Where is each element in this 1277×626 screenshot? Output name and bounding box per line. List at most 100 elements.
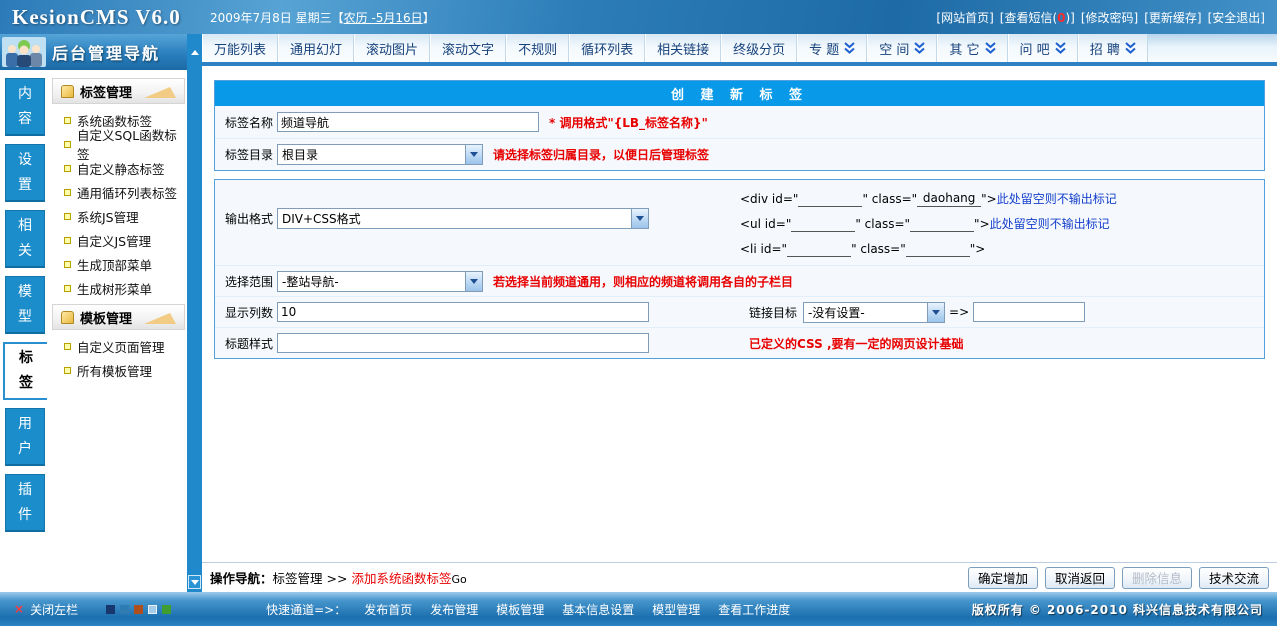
ul-class-input[interactable] xyxy=(910,216,974,232)
tab-scroll-image[interactable]: 滚动图片 xyxy=(354,34,430,62)
sidebar-tab-plugins[interactable]: 插件 xyxy=(5,474,45,532)
select-arrow-icon xyxy=(631,209,648,228)
tab-slideshow[interactable]: 通用幻灯 xyxy=(278,34,354,62)
li-id-input[interactable] xyxy=(787,241,851,257)
tech-exchange-button[interactable]: 技术交流 xyxy=(1199,567,1269,589)
avatar xyxy=(2,37,46,67)
columns-row: 显示列数 链接目标 -没有设置- => xyxy=(215,296,1264,327)
menu-group-tag-management[interactable]: 标签管理 xyxy=(52,78,185,104)
menu-item-custom-js[interactable]: 自定义JS管理 xyxy=(50,228,187,252)
tab-other[interactable]: 其 它 xyxy=(937,34,1007,62)
menu-item-loop-list-tags[interactable]: 通用循环列表标签 xyxy=(50,180,187,204)
theme-swatch[interactable] xyxy=(134,605,143,614)
link-target-extra-input[interactable] xyxy=(973,302,1085,322)
tab-recruit[interactable]: 招 聘 xyxy=(1078,34,1148,62)
ul-id-input[interactable] xyxy=(791,216,855,232)
delete-info-button: 删除信息 xyxy=(1122,567,1192,589)
quick-link-publish-manage[interactable]: 发布管理 xyxy=(430,601,478,618)
gold-arrow-icon xyxy=(144,87,176,98)
home-link[interactable]: [网站首页] xyxy=(936,9,993,26)
thumb-icon xyxy=(61,85,74,98)
menu-item-custom-sql-tags[interactable]: 自定义SQL函数标签 xyxy=(50,132,187,156)
bullet-icon xyxy=(64,141,71,148)
menu-item-tree-menu[interactable]: 生成树形菜单 xyxy=(50,276,187,300)
title-style-label: 标题样式 xyxy=(225,335,277,352)
tab-universal-list[interactable]: 万能列表 xyxy=(202,34,278,62)
tab-special-topic[interactable]: 专 题 xyxy=(797,34,867,62)
tab-final-paging[interactable]: 终级分页 xyxy=(721,34,797,62)
go-link[interactable]: Go xyxy=(451,573,466,586)
sidebar-tab-model[interactable]: 模型 xyxy=(5,276,45,334)
tab-scroll-text[interactable]: 滚动文字 xyxy=(430,34,506,62)
menu-item-top-menu[interactable]: 生成顶部菜单 xyxy=(50,252,187,276)
scope-select[interactable]: -整站导航- xyxy=(277,271,483,292)
tag-name-input[interactable] xyxy=(277,112,539,132)
theme-swatch[interactable] xyxy=(162,605,171,614)
sidebar-tab-related[interactable]: 相关 xyxy=(5,210,45,268)
gold-arrow-icon xyxy=(144,313,176,324)
quick-link-template-manage[interactable]: 模板管理 xyxy=(496,601,544,618)
quick-link-model-manage[interactable]: 模型管理 xyxy=(652,601,700,618)
sidebar-tab-content[interactable]: 内容 xyxy=(5,78,45,136)
li-class-input[interactable] xyxy=(906,241,970,257)
confirm-add-button[interactable]: 确定增加 xyxy=(968,567,1038,589)
tab-ask[interactable]: 问 吧 xyxy=(1008,34,1078,62)
quick-link-work-progress[interactable]: 查看工作进度 xyxy=(718,601,790,618)
tag-options-box: 输出格式 DIV+CSS格式 <div id="" class="">此处留空则… xyxy=(214,179,1265,359)
ul-code-line: <ul id="" class="">此处留空则不输出标记 xyxy=(740,211,1264,236)
messages-link[interactable]: [查看短信(0)] xyxy=(1000,9,1075,26)
div-id-input[interactable] xyxy=(798,191,862,207)
arrow-down-icon xyxy=(191,580,199,585)
tab-space[interactable]: 空 间 xyxy=(867,34,937,62)
quick-channel-links: 快速通道=>： 发布首页 发布管理 模板管理 基本信息设置 模型管理 查看工作进… xyxy=(266,601,790,618)
theme-swatch[interactable] xyxy=(106,605,115,614)
ul-empty-note[interactable]: 此处留空则不输出标记 xyxy=(990,215,1110,232)
menu-item-all-templates[interactable]: 所有模板管理 xyxy=(50,358,187,382)
quick-link-basic-info[interactable]: 基本信息设置 xyxy=(562,601,634,618)
tag-dir-row: 标签目录 根目录 请选择标签归属目录，以便日后管理标签 xyxy=(215,138,1264,170)
change-password-link[interactable]: [修改密码] xyxy=(1081,9,1138,26)
tab-irregular[interactable]: 不规则 xyxy=(506,34,569,62)
quick-link-publish-home[interactable]: 发布首页 xyxy=(364,601,412,618)
scope-label: 选择范围 xyxy=(225,273,277,290)
theme-swatch[interactable] xyxy=(148,605,157,614)
sidebar-tab-tags[interactable]: 标签 xyxy=(3,342,47,400)
columns-input[interactable] xyxy=(277,302,649,322)
menu-item-system-js[interactable]: 系统JS管理 xyxy=(50,204,187,228)
bullet-icon xyxy=(64,367,71,374)
bullet-icon xyxy=(64,189,71,196)
bullet-icon xyxy=(64,117,71,124)
columns-label: 显示列数 xyxy=(225,304,277,321)
cancel-return-button[interactable]: 取消返回 xyxy=(1045,567,1115,589)
select-arrow-icon xyxy=(465,272,482,291)
menu-item-custom-pages[interactable]: 自定义页面管理 xyxy=(50,334,187,358)
logout-link[interactable]: [安全退出] xyxy=(1208,9,1265,26)
arrow-text: => xyxy=(949,305,969,319)
code-template-column: <div id="" class="">此处留空则不输出标记 <ul id=""… xyxy=(740,186,1264,261)
sidebar-tab-users[interactable]: 用户 xyxy=(5,408,45,466)
footer: × 关闭左栏 快速通道=>： 发布首页 发布管理 模板管理 基本信息设置 模型管… xyxy=(0,592,1277,626)
tab-related-links[interactable]: 相关链接 xyxy=(645,34,721,62)
close-icon[interactable]: × xyxy=(14,602,24,616)
div-class-input[interactable] xyxy=(917,191,981,207)
action-bar: 操作导航：标签管理 >> 添加系统函数标签Go 确定增加 取消返回 删除信息 技… xyxy=(202,562,1277,592)
lunar-date-link[interactable]: 农历 -5月16日 xyxy=(344,11,423,25)
sidebar-collapse-up-button[interactable] xyxy=(187,34,202,70)
title-style-input[interactable] xyxy=(277,333,649,353)
action-buttons: 确定增加 取消返回 删除信息 技术交流 xyxy=(968,567,1269,589)
div-empty-note[interactable]: 此处留空则不输出标记 xyxy=(997,190,1117,207)
sidebar-collapse-down-button[interactable] xyxy=(188,575,201,589)
tag-dir-label: 标签目录 xyxy=(225,146,277,163)
refresh-cache-link[interactable]: [更新缓存] xyxy=(1144,9,1201,26)
menu-group-template-management[interactable]: 模板管理 xyxy=(52,304,185,330)
theme-swatch[interactable] xyxy=(120,605,129,614)
link-target-select[interactable]: -没有设置- xyxy=(803,302,945,323)
top-links: [网站首页] [查看短信(0)] [修改密码] [更新缓存] [安全退出] xyxy=(936,9,1277,26)
close-left-panel-link[interactable]: 关闭左栏 xyxy=(30,601,78,618)
sidebar-tab-settings[interactable]: 设置 xyxy=(5,144,45,202)
sidebar-body: 内容 设置 相关 模型 标签 用户 插件 标签管理 系统函数标签 自定义SQL函… xyxy=(0,70,202,592)
tag-dir-select[interactable]: 根目录 xyxy=(277,144,483,165)
output-format-select[interactable]: DIV+CSS格式 xyxy=(277,208,649,229)
create-tag-box: 创 建 新 标 签 标签名称 * 调用格式"{LB_标签名称}" 标签目录 根目… xyxy=(214,80,1265,171)
tab-loop-list[interactable]: 循环列表 xyxy=(569,34,645,62)
